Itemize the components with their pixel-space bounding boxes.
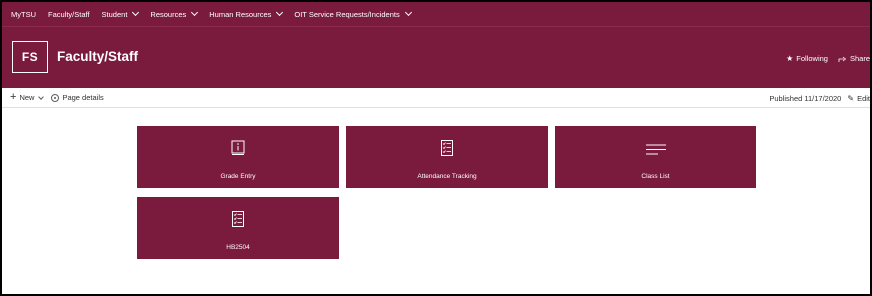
page-details-label: Page details (62, 93, 104, 102)
site-header: FS Faculty/Staff ★ Following Share (2, 26, 870, 88)
checklist-icon (232, 211, 244, 227)
star-icon: ★ (786, 54, 794, 63)
site-actions: ★ Following Share (786, 54, 870, 63)
gear-icon (51, 93, 60, 102)
chevron-down-icon (276, 8, 284, 17)
following-label: Following (796, 54, 828, 63)
site-logo-text: FS (21, 50, 39, 64)
chevron-down-icon (132, 8, 140, 17)
book-info-icon (231, 140, 245, 155)
tile-label: Grade Entry (220, 173, 256, 180)
tile-hb2504[interactable]: HB2504 (137, 197, 339, 259)
nav-item-oit-service-requests[interactable]: OIT Service Requests/Incidents (294, 8, 412, 19)
text-lines-icon (645, 144, 666, 155)
chevron-down-icon (38, 93, 45, 100)
nav-item-resources[interactable]: Resources (150, 8, 199, 19)
following-button[interactable]: ★ Following (786, 54, 828, 63)
pencil-icon: ✎ (847, 93, 855, 103)
tile-label: Attendance Tracking (417, 173, 477, 180)
browser-frame: MyTSU Faculty/Staff Student Resources Hu… (0, 0, 872, 296)
published-status: Published 11/17/2020 (769, 93, 842, 103)
nav-label: Faculty/Staff (48, 9, 90, 19)
share-button[interactable]: Share (838, 54, 870, 63)
chevron-down-icon (191, 8, 199, 17)
new-label: New (19, 93, 35, 102)
tile-grade-entry[interactable]: Grade Entry (137, 126, 339, 188)
share-label: Share (849, 54, 870, 63)
new-button[interactable]: + New (10, 91, 45, 103)
nav-label: Human Resources (209, 9, 272, 19)
tile-label: Class List (641, 173, 670, 180)
plus-icon: + (10, 91, 17, 103)
nav-item-faculty-staff[interactable]: Faculty/Staff (48, 10, 90, 19)
share-icon (838, 56, 847, 62)
site-title[interactable]: Faculty/Staff (57, 49, 138, 64)
tile-class-list[interactable]: Class List (555, 126, 756, 188)
nav-label: MyTSU (11, 9, 36, 19)
nav-label: Student (101, 9, 128, 19)
hub-navigation: MyTSU Faculty/Staff Student Resources Hu… (2, 2, 870, 26)
nav-item-student[interactable]: Student (101, 8, 140, 19)
nav-label: Resources (150, 9, 187, 19)
page-details-button[interactable]: Page details (51, 93, 104, 102)
edit-button[interactable]: ✎ Edit (847, 94, 870, 103)
chevron-down-icon (404, 8, 412, 17)
command-bar: + New Page details Published 11/17/2020 … (2, 88, 870, 108)
nav-item-mytsu[interactable]: MyTSU (11, 10, 36, 19)
nav-label: OIT Service Requests/Incidents (294, 9, 400, 19)
site-logo[interactable]: FS (12, 41, 48, 73)
edit-label: Edit (857, 93, 870, 103)
checklist-icon (441, 140, 453, 156)
tile-label: HB2504 (226, 244, 250, 251)
nav-item-human-resources[interactable]: Human Resources (209, 8, 284, 19)
tile-attendance-tracking[interactable]: Attendance Tracking (346, 126, 548, 188)
